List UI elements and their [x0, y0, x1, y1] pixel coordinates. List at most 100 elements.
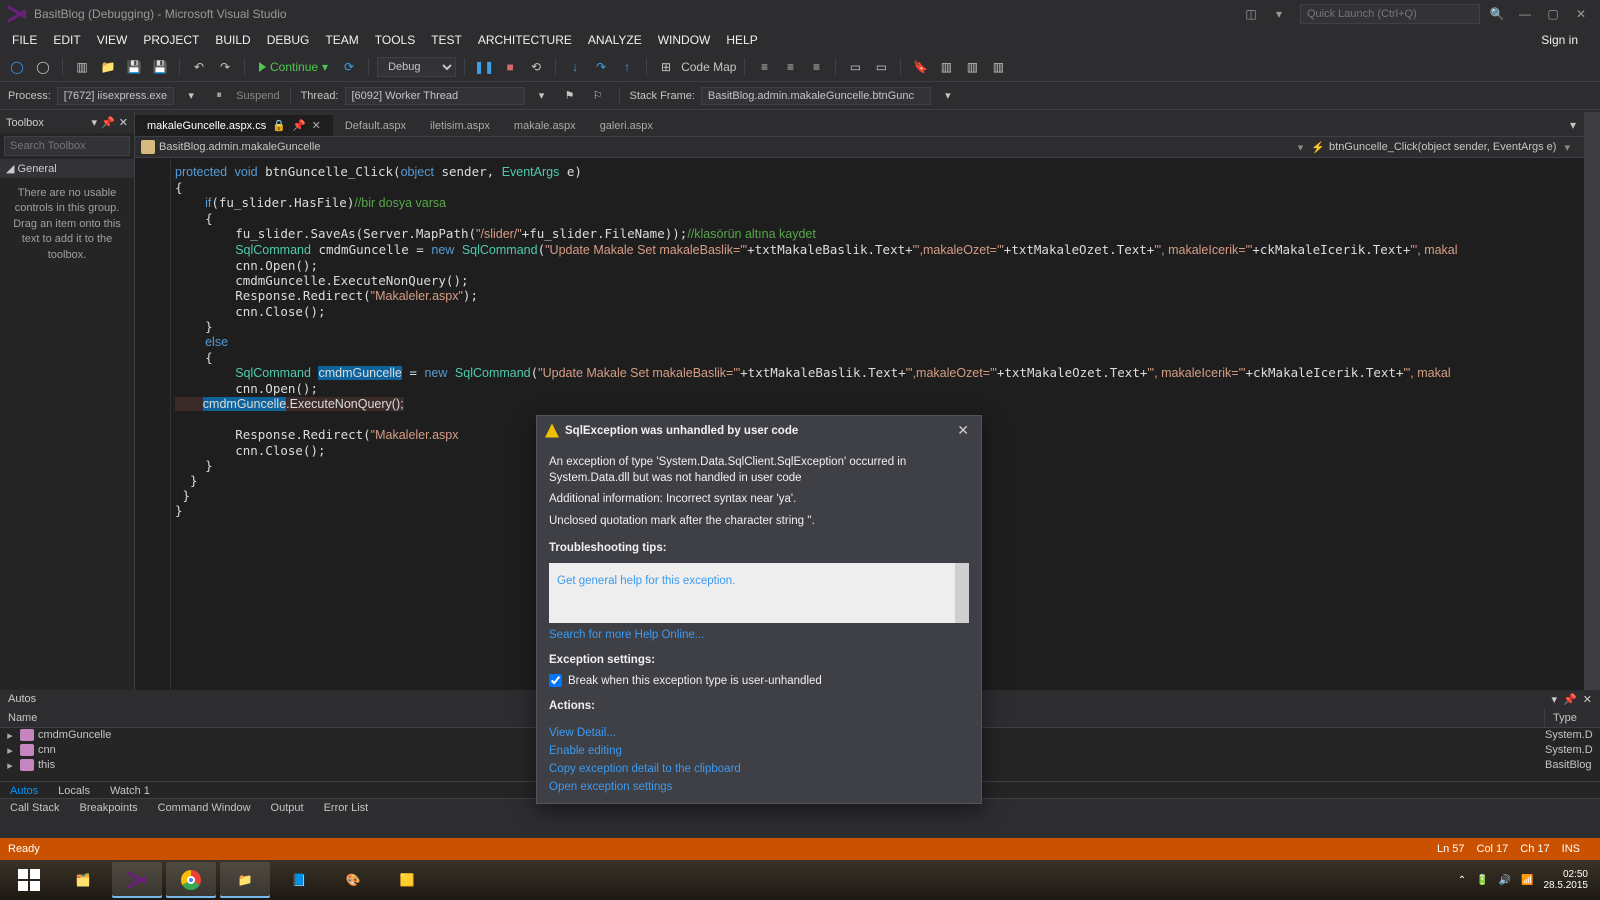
vertical-scrollbar[interactable]: [1584, 112, 1600, 755]
tray-volume-icon[interactable]: 🔊: [1499, 875, 1511, 886]
breadcrumb-class[interactable]: BasitBlog.admin.makaleGuncelle: [159, 141, 320, 153]
sign-in-link[interactable]: Sign in: [1541, 33, 1578, 47]
search-icon[interactable]: 🔍: [1486, 5, 1508, 23]
toolbox-general-section[interactable]: ◢ General: [0, 159, 134, 178]
codemap-icon[interactable]: ⊞: [655, 56, 677, 78]
step-into-button[interactable]: ↓: [564, 56, 586, 78]
menu-analyze[interactable]: ANALYZE: [580, 30, 650, 50]
continue-button[interactable]: Continue ▾: [253, 60, 334, 74]
stop-button[interactable]: ■: [499, 56, 521, 78]
suspend-label[interactable]: Suspend: [236, 90, 279, 102]
general-help-link[interactable]: Get general help for this exception.: [557, 575, 735, 587]
feedback-icon[interactable]: ◫: [1240, 5, 1262, 23]
forward-button[interactable]: ◯: [32, 56, 54, 78]
tb-icon-8[interactable]: ▥: [987, 56, 1009, 78]
thread-ops-icon[interactable]: ⚐: [587, 85, 609, 107]
pin-icon[interactable]: 📌: [292, 119, 306, 132]
autos-pin-icon[interactable]: 📌: [1563, 693, 1577, 706]
thread-select[interactable]: [6092] Worker Thread: [345, 87, 525, 105]
save-button[interactable]: 💾: [123, 56, 145, 78]
autos-close-icon[interactable]: ✕: [1583, 693, 1592, 706]
enable-editing-link[interactable]: Enable editing: [549, 745, 622, 757]
menu-test[interactable]: TEST: [423, 30, 470, 50]
task-vs-icon[interactable]: [112, 862, 162, 898]
open-settings-link[interactable]: Open exception settings: [549, 781, 672, 793]
toolbox-close-icon[interactable]: ✕: [119, 116, 128, 129]
open-button[interactable]: 📁: [97, 56, 119, 78]
tab-iletisim[interactable]: iletisim.aspx: [418, 116, 502, 136]
autos-dropdown-icon[interactable]: ▾: [1552, 693, 1558, 706]
close-tab-icon[interactable]: ✕: [312, 119, 321, 132]
tab-errorlist[interactable]: Error List: [314, 799, 379, 818]
menu-window[interactable]: WINDOW: [650, 30, 719, 50]
tab-breakpoints[interactable]: Breakpoints: [70, 799, 148, 818]
break-checkbox-label[interactable]: Break when this exception type is user-u…: [549, 674, 969, 687]
restart-button[interactable]: ⟲: [525, 56, 547, 78]
tab-output[interactable]: Output: [261, 799, 314, 818]
tab-default[interactable]: Default.aspx: [333, 116, 418, 136]
save-all-button[interactable]: 💾: [149, 56, 171, 78]
tb-icon-1[interactable]: ≡: [753, 56, 775, 78]
redo-button[interactable]: ↷: [214, 56, 236, 78]
bookmark-icon[interactable]: 🔖: [909, 56, 931, 78]
tab-makaleguncelle[interactable]: makaleGuncelle.aspx.cs 🔒 📌 ✕: [135, 115, 333, 136]
task-explorer-icon[interactable]: 🗂️: [58, 862, 108, 898]
task-notepad-icon[interactable]: 📘: [274, 862, 324, 898]
maximize-button[interactable]: ▢: [1542, 5, 1564, 23]
view-detail-link[interactable]: View Detail...: [549, 727, 616, 739]
back-button[interactable]: ◯: [6, 56, 28, 78]
menu-team[interactable]: TEAM: [317, 30, 366, 50]
exception-close-button[interactable]: ✕: [953, 422, 973, 439]
breadcrumb-method[interactable]: btnGuncelle_Click(object sender, EventAr…: [1329, 141, 1556, 153]
flag-icon[interactable]: ▾: [1268, 5, 1290, 23]
tb-icon-6[interactable]: ▥: [935, 56, 957, 78]
refresh-icon[interactable]: ⟳: [338, 56, 360, 78]
tab-commandwindow[interactable]: Command Window: [148, 799, 261, 818]
menu-debug[interactable]: DEBUG: [259, 30, 318, 50]
config-select[interactable]: Debug: [377, 57, 456, 77]
new-button[interactable]: ▥: [71, 56, 93, 78]
toolbox-pin-icon[interactable]: 📌: [101, 116, 115, 129]
codemap-label[interactable]: Code Map: [681, 60, 736, 74]
thread-flag-icon[interactable]: ⚑: [559, 85, 581, 107]
tray-network-icon[interactable]: 📶: [1521, 875, 1533, 886]
minimize-button[interactable]: —: [1514, 5, 1536, 23]
tab-callstack[interactable]: Call Stack: [0, 799, 70, 818]
search-help-link[interactable]: Search for more Help Online...: [549, 629, 704, 641]
menu-edit[interactable]: EDIT: [45, 30, 88, 50]
process-dropdown-icon[interactable]: ▾: [180, 85, 202, 107]
autos-col-type[interactable]: Type: [1545, 709, 1600, 727]
troubleshooting-scrollbar[interactable]: [955, 563, 969, 623]
thread-dropdown-icon[interactable]: ▾: [531, 85, 553, 107]
tb-icon-2[interactable]: ≡: [779, 56, 801, 78]
tb-icon-7[interactable]: ▥: [961, 56, 983, 78]
step-over-button[interactable]: ↷: [590, 56, 612, 78]
quick-launch-input[interactable]: [1300, 4, 1480, 24]
menu-file[interactable]: FILE: [4, 30, 45, 50]
break-checkbox[interactable]: [549, 674, 562, 687]
tb-icon-3[interactable]: ≡: [805, 56, 827, 78]
tb-icon-4[interactable]: ▭: [844, 56, 866, 78]
suspend-icon[interactable]: ⏸: [208, 85, 230, 107]
task-folder-icon[interactable]: 📁: [220, 862, 270, 898]
menu-build[interactable]: BUILD: [207, 30, 258, 50]
tab-galeri[interactable]: galeri.aspx: [588, 116, 665, 136]
menu-view[interactable]: VIEW: [89, 30, 136, 50]
toolbox-search-input[interactable]: [4, 136, 130, 156]
tb-icon-5[interactable]: ▭: [870, 56, 892, 78]
menu-project[interactable]: PROJECT: [135, 30, 207, 50]
stackframe-dropdown-icon[interactable]: ▾: [937, 85, 959, 107]
close-button[interactable]: ✕: [1570, 5, 1592, 23]
step-out-button[interactable]: ↑: [616, 56, 638, 78]
start-button[interactable]: [4, 862, 54, 898]
tray-up-icon[interactable]: ⌃: [1458, 875, 1466, 886]
stackframe-select[interactable]: BasitBlog.admin.makaleGuncelle.btnGunc: [701, 87, 931, 105]
task-paint-icon[interactable]: 🎨: [328, 862, 378, 898]
tab-makale[interactable]: makale.aspx: [502, 116, 588, 136]
process-select[interactable]: [7672] iisexpress.exe: [57, 87, 174, 105]
tab-overflow-icon[interactable]: ▾: [1562, 114, 1584, 136]
copy-detail-link[interactable]: Copy exception detail to the clipboard: [549, 763, 741, 775]
tray-clock[interactable]: 02:50 28.5.2015: [1544, 869, 1589, 891]
task-sticky-icon[interactable]: 🟨: [382, 862, 432, 898]
menu-architecture[interactable]: ARCHITECTURE: [470, 30, 580, 50]
